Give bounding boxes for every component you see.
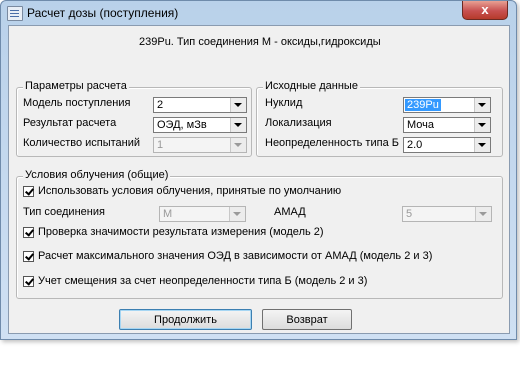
- exposure-group: Условия облучения (общие) Использовать у…: [16, 169, 503, 299]
- trials-label: Количество испытаний: [23, 137, 141, 149]
- calc-params-title: Параметры расчета: [23, 80, 129, 92]
- back-button[interactable]: Возврат: [262, 309, 352, 330]
- trials-select[interactable]: 1: [153, 137, 247, 153]
- chevron-down-icon[interactable]: [229, 207, 245, 221]
- nuclide-label: Нуклид: [265, 97, 303, 109]
- chevron-down-icon[interactable]: [475, 207, 491, 221]
- chevron-down-icon[interactable]: [474, 98, 490, 112]
- bias-label: Учет смещения за счет неопределенности т…: [38, 275, 368, 287]
- dose-calc-window: Расчет дозы (поступления) x 239Pu. Тип с…: [0, 0, 517, 340]
- close-button[interactable]: x: [462, 1, 508, 20]
- chevron-down-icon[interactable]: [474, 118, 490, 132]
- chevron-down-icon[interactable]: [230, 118, 246, 132]
- check-significance-checkbox[interactable]: [23, 227, 34, 238]
- amad-value: 5: [406, 208, 413, 220]
- compound-type-label: Тип соединения: [23, 206, 105, 218]
- uncertainty-select[interactable]: 2.0: [403, 137, 491, 153]
- nuclide-select[interactable]: 239Pu: [403, 97, 491, 113]
- use-defaults-checkbox[interactable]: [23, 186, 34, 197]
- result-label: Результат расчета: [23, 117, 117, 129]
- dialog-body: 239Pu. Тип соединения М - оксиды,гидрокс…: [8, 25, 510, 334]
- intake-model-label: Модель поступления: [23, 97, 131, 109]
- subtitle: 239Pu. Тип соединения М - оксиды,гидрокс…: [139, 36, 381, 48]
- chevron-down-icon[interactable]: [230, 138, 246, 152]
- title-bar: Расчет дозы (поступления) x: [1, 1, 516, 25]
- bias-checkbox[interactable]: [23, 276, 34, 287]
- localization-value: Моча: [407, 119, 435, 131]
- result-select[interactable]: ОЭД, мЗв: [153, 117, 247, 133]
- result-value: ОЭД, мЗв: [157, 119, 207, 131]
- chevron-down-icon[interactable]: [474, 138, 490, 152]
- window-title: Расчет дозы (поступления): [27, 6, 179, 20]
- continue-button[interactable]: Продолжить: [119, 309, 252, 330]
- chevron-down-icon[interactable]: [230, 98, 246, 112]
- exposure-title: Условия облучения (общие): [23, 169, 171, 181]
- calc-params-group: Параметры расчета Модель поступления 2 Р…: [16, 80, 252, 157]
- input-data-group: Исходные данные Нуклид 239Pu Локализация…: [256, 80, 503, 157]
- nuclide-value: 239Pu: [405, 99, 441, 111]
- uncertainty-label: Неопределенность типа Б: [265, 137, 399, 149]
- amad-select[interactable]: 5: [402, 206, 492, 222]
- calc-max-checkbox[interactable]: [23, 251, 34, 262]
- localization-label: Локализация: [265, 117, 332, 129]
- calc-max-label: Расчет максимального значения ОЭД в зави…: [38, 250, 433, 262]
- use-defaults-label: Использовать условия облучения, принятые…: [38, 185, 342, 197]
- compound-type-select[interactable]: М: [159, 206, 246, 222]
- uncertainty-value: 2.0: [407, 139, 423, 151]
- app-icon: [7, 6, 23, 21]
- intake-model-select[interactable]: 2: [153, 97, 247, 113]
- input-data-title: Исходные данные: [263, 80, 360, 92]
- localization-select[interactable]: Моча: [403, 117, 491, 133]
- amad-label: АМАД: [274, 206, 306, 218]
- compound-type-value: М: [163, 208, 173, 220]
- check-significance-label: Проверка значимости результата измерения…: [38, 226, 324, 238]
- intake-model-value: 2: [157, 99, 164, 111]
- trials-value: 1: [157, 139, 164, 151]
